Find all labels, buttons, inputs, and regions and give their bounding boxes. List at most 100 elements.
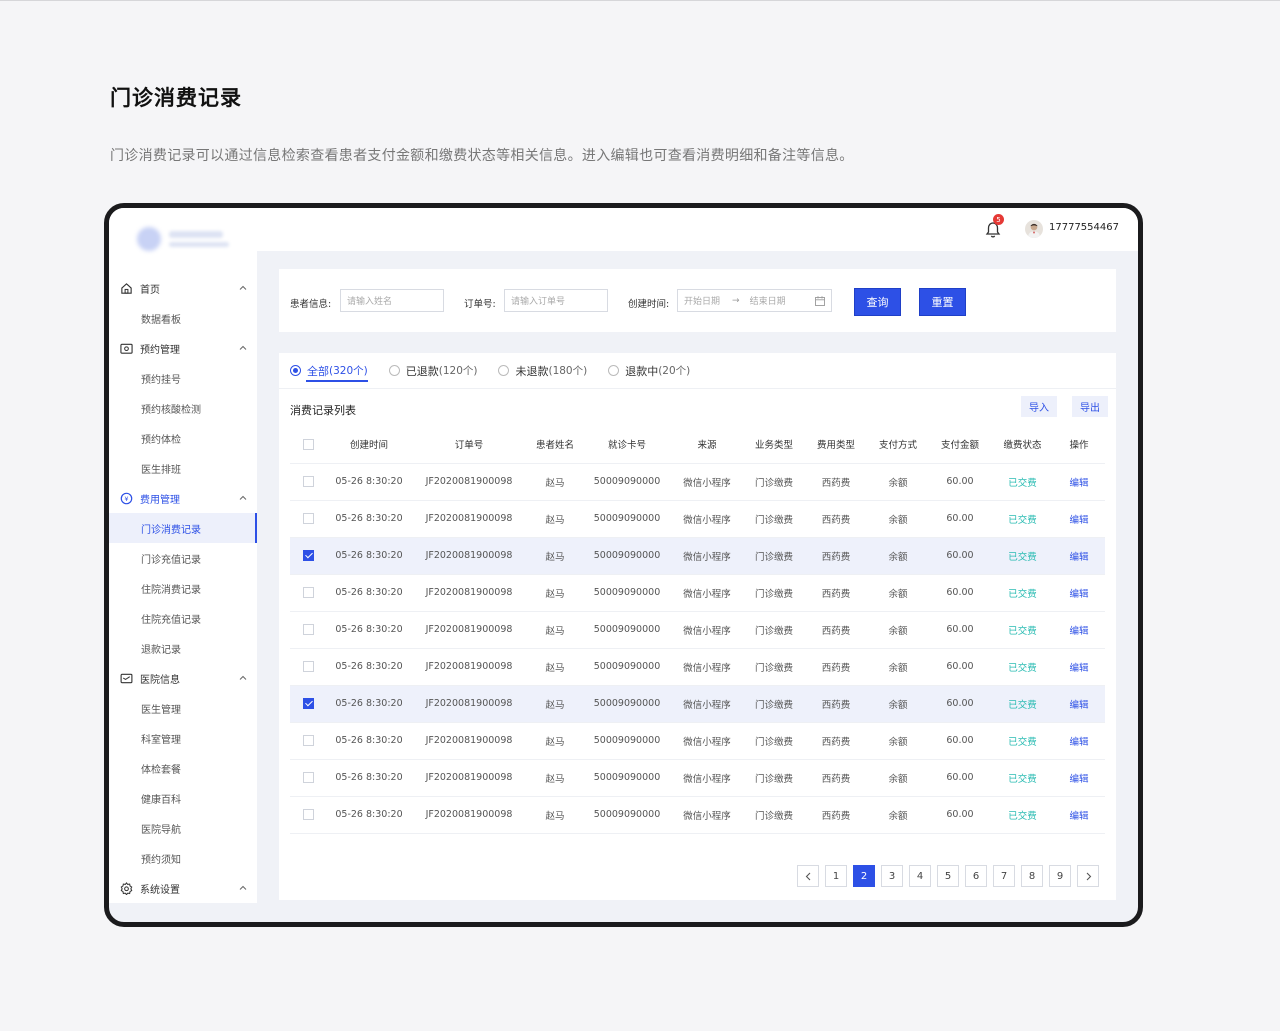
date-range-picker[interactable]: 开始日期 → 结束日期 [677, 289, 832, 312]
row-checkbox[interactable] [302, 735, 314, 746]
sidebar-item[interactable]: 住院消费记录 [109, 573, 257, 603]
tabs-divider [279, 388, 1116, 389]
row-checkbox[interactable] [302, 772, 314, 783]
row-checkbox[interactable] [302, 587, 314, 598]
page-title: 门诊消费记录 [110, 86, 242, 110]
row-checkbox[interactable] [302, 698, 314, 709]
page-button[interactable]: 3 [881, 865, 903, 887]
username[interactable]: 17777554467 [1049, 222, 1119, 233]
prev-page-button[interactable] [797, 865, 819, 887]
sidebar-item[interactable]: 体检套餐 [109, 753, 257, 783]
table-cell: 50009090000 [584, 462, 670, 500]
next-page-button[interactable] [1077, 865, 1099, 887]
table-row[interactable]: 05-26 8:30:20 JF2020081900098 赵马 5000909000… [290, 573, 1105, 611]
page-button[interactable]: 6 [965, 865, 987, 887]
sidebar-group-0[interactable]: 首页 [109, 273, 257, 303]
import-button[interactable]: 导入 [1021, 396, 1057, 417]
sidebar-group-label: 预约管理 [140, 344, 180, 356]
page-button[interactable]: 9 [1049, 865, 1071, 887]
table-row[interactable]: 05-26 8:30:20 JF2020081900098 赵马 5000909000… [290, 684, 1105, 722]
page-button[interactable]: 2 [853, 865, 875, 887]
row-checkbox[interactable] [302, 513, 314, 524]
table-row[interactable]: 05-26 8:30:20 JF2020081900098 赵马 5000909000… [290, 647, 1105, 685]
status-cell: 已交费 [992, 573, 1053, 611]
edit-link[interactable]: 编辑 [1053, 610, 1105, 648]
sidebar-item[interactable]: 医院导航 [109, 813, 257, 843]
select-all-checkbox[interactable] [302, 438, 314, 450]
row-select-cell [290, 795, 326, 834]
edit-link[interactable]: 编辑 [1053, 536, 1105, 574]
sidebar-item[interactable]: 住院充值记录 [109, 603, 257, 633]
select-all-cell [290, 426, 326, 463]
table-cell: JF2020081900098 [412, 721, 526, 759]
sidebar-item[interactable]: 医生管理 [109, 693, 257, 723]
edit-link[interactable]: 编辑 [1053, 795, 1105, 834]
sidebar-item[interactable]: 预约核酸检测 [109, 393, 257, 423]
page-button[interactable]: 1 [825, 865, 847, 887]
page-button[interactable]: 7 [993, 865, 1015, 887]
sidebar-item[interactable]: 预约体检 [109, 423, 257, 453]
order-number-input[interactable]: 请输入订单号 [504, 289, 608, 312]
table-row[interactable]: 05-26 8:30:20 JF2020081900098 赵马 5000909000… [290, 499, 1105, 537]
sidebar-item[interactable]: 医生排班 [109, 453, 257, 483]
sidebar-item[interactable]: 门诊充值记录 [109, 543, 257, 573]
table-cell: 余额 [868, 462, 928, 500]
status-tab[interactable]: 未退款 (180个) [498, 353, 587, 388]
table-cell: 05-26 8:30:20 [326, 758, 412, 796]
sidebar-group-4[interactable]: 系统设置 [109, 873, 257, 903]
status-tab[interactable]: 全部 (320个) [290, 353, 368, 388]
row-checkbox[interactable] [302, 661, 314, 672]
sidebar-group-label: 首页 [140, 284, 160, 296]
row-select-cell [290, 721, 326, 759]
patient-name-input[interactable]: 请输入姓名 [340, 289, 444, 312]
row-checkbox[interactable] [302, 809, 314, 820]
export-button[interactable]: 导出 [1072, 396, 1108, 417]
table-row[interactable]: 05-26 8:30:20 JF2020081900098 赵马 5000909000… [290, 795, 1105, 834]
table-row[interactable]: 05-26 8:30:20 JF2020081900098 赵马 5000909000… [290, 610, 1105, 648]
chevron-up-icon [239, 285, 247, 290]
table-cell: 60.00 [928, 684, 992, 722]
edit-link[interactable]: 编辑 [1053, 758, 1105, 796]
chevron-right-icon [1086, 872, 1091, 880]
row-checkbox[interactable] [302, 476, 314, 487]
edit-link[interactable]: 编辑 [1053, 499, 1105, 537]
status-tab[interactable]: 退款中 (20个) [608, 353, 690, 388]
status-tab[interactable]: 已退款 (120个) [388, 353, 477, 388]
patient-label: 患者信息: [290, 299, 332, 310]
edit-link[interactable]: 编辑 [1053, 721, 1105, 759]
edit-link[interactable]: 编辑 [1053, 684, 1105, 722]
page-button[interactable]: 8 [1021, 865, 1043, 887]
list-title: 消费记录列表 [290, 404, 356, 417]
table-row[interactable]: 05-26 8:30:20 JF2020081900098 赵马 5000909000… [290, 721, 1105, 759]
radio-icon [388, 365, 400, 376]
row-checkbox[interactable] [302, 624, 314, 635]
edit-link[interactable]: 编辑 [1053, 647, 1105, 685]
sidebar-group-3[interactable]: 医院信息 [109, 663, 257, 693]
row-checkbox[interactable] [302, 550, 314, 561]
sidebar-item[interactable]: 预约挂号 [109, 363, 257, 393]
table-row[interactable]: 05-26 8:30:20 JF2020081900098 赵马 5000909000… [290, 758, 1105, 796]
sidebar-item[interactable]: 数据看板 [109, 303, 257, 333]
table-cell: 余额 [868, 721, 928, 759]
tab-count: (20个) [658, 365, 691, 377]
sidebar: 首页数据看板预约管理预约挂号 预约核酸检测 预约体检 医生排班 ¥ 费用管理 门诊消费记录门… [109, 208, 257, 903]
sidebar-group-1[interactable]: 预约管理 [109, 333, 257, 363]
sidebar-item[interactable]: 退款记录 [109, 633, 257, 663]
edit-link[interactable]: 编辑 [1053, 462, 1105, 500]
query-button[interactable]: 查询 [854, 288, 901, 316]
top-divider [0, 0, 1280, 1]
page-button[interactable]: 4 [909, 865, 931, 887]
table-row[interactable]: 05-26 8:30:20 JF2020081900098 赵马 5000909000… [290, 462, 1105, 500]
avatar[interactable] [1025, 220, 1043, 238]
sidebar-group-2[interactable]: ¥ 费用管理 [109, 483, 257, 513]
table-row[interactable]: 05-26 8:30:20 JF2020081900098 赵马 5000909000… [290, 536, 1105, 574]
sidebar-item[interactable]: 健康百科 [109, 783, 257, 813]
edit-link[interactable]: 编辑 [1053, 573, 1105, 611]
reset-button[interactable]: 重置 [919, 288, 966, 316]
table-cell: 05-26 8:30:20 [326, 684, 412, 722]
page-button[interactable]: 5 [937, 865, 959, 887]
sidebar-item[interactable]: 门诊消费记录 [109, 513, 257, 543]
sidebar-item[interactable]: 预约须知 [109, 843, 257, 873]
table-cell: 门诊缴费 [744, 499, 804, 537]
sidebar-item[interactable]: 科室管理 [109, 723, 257, 753]
